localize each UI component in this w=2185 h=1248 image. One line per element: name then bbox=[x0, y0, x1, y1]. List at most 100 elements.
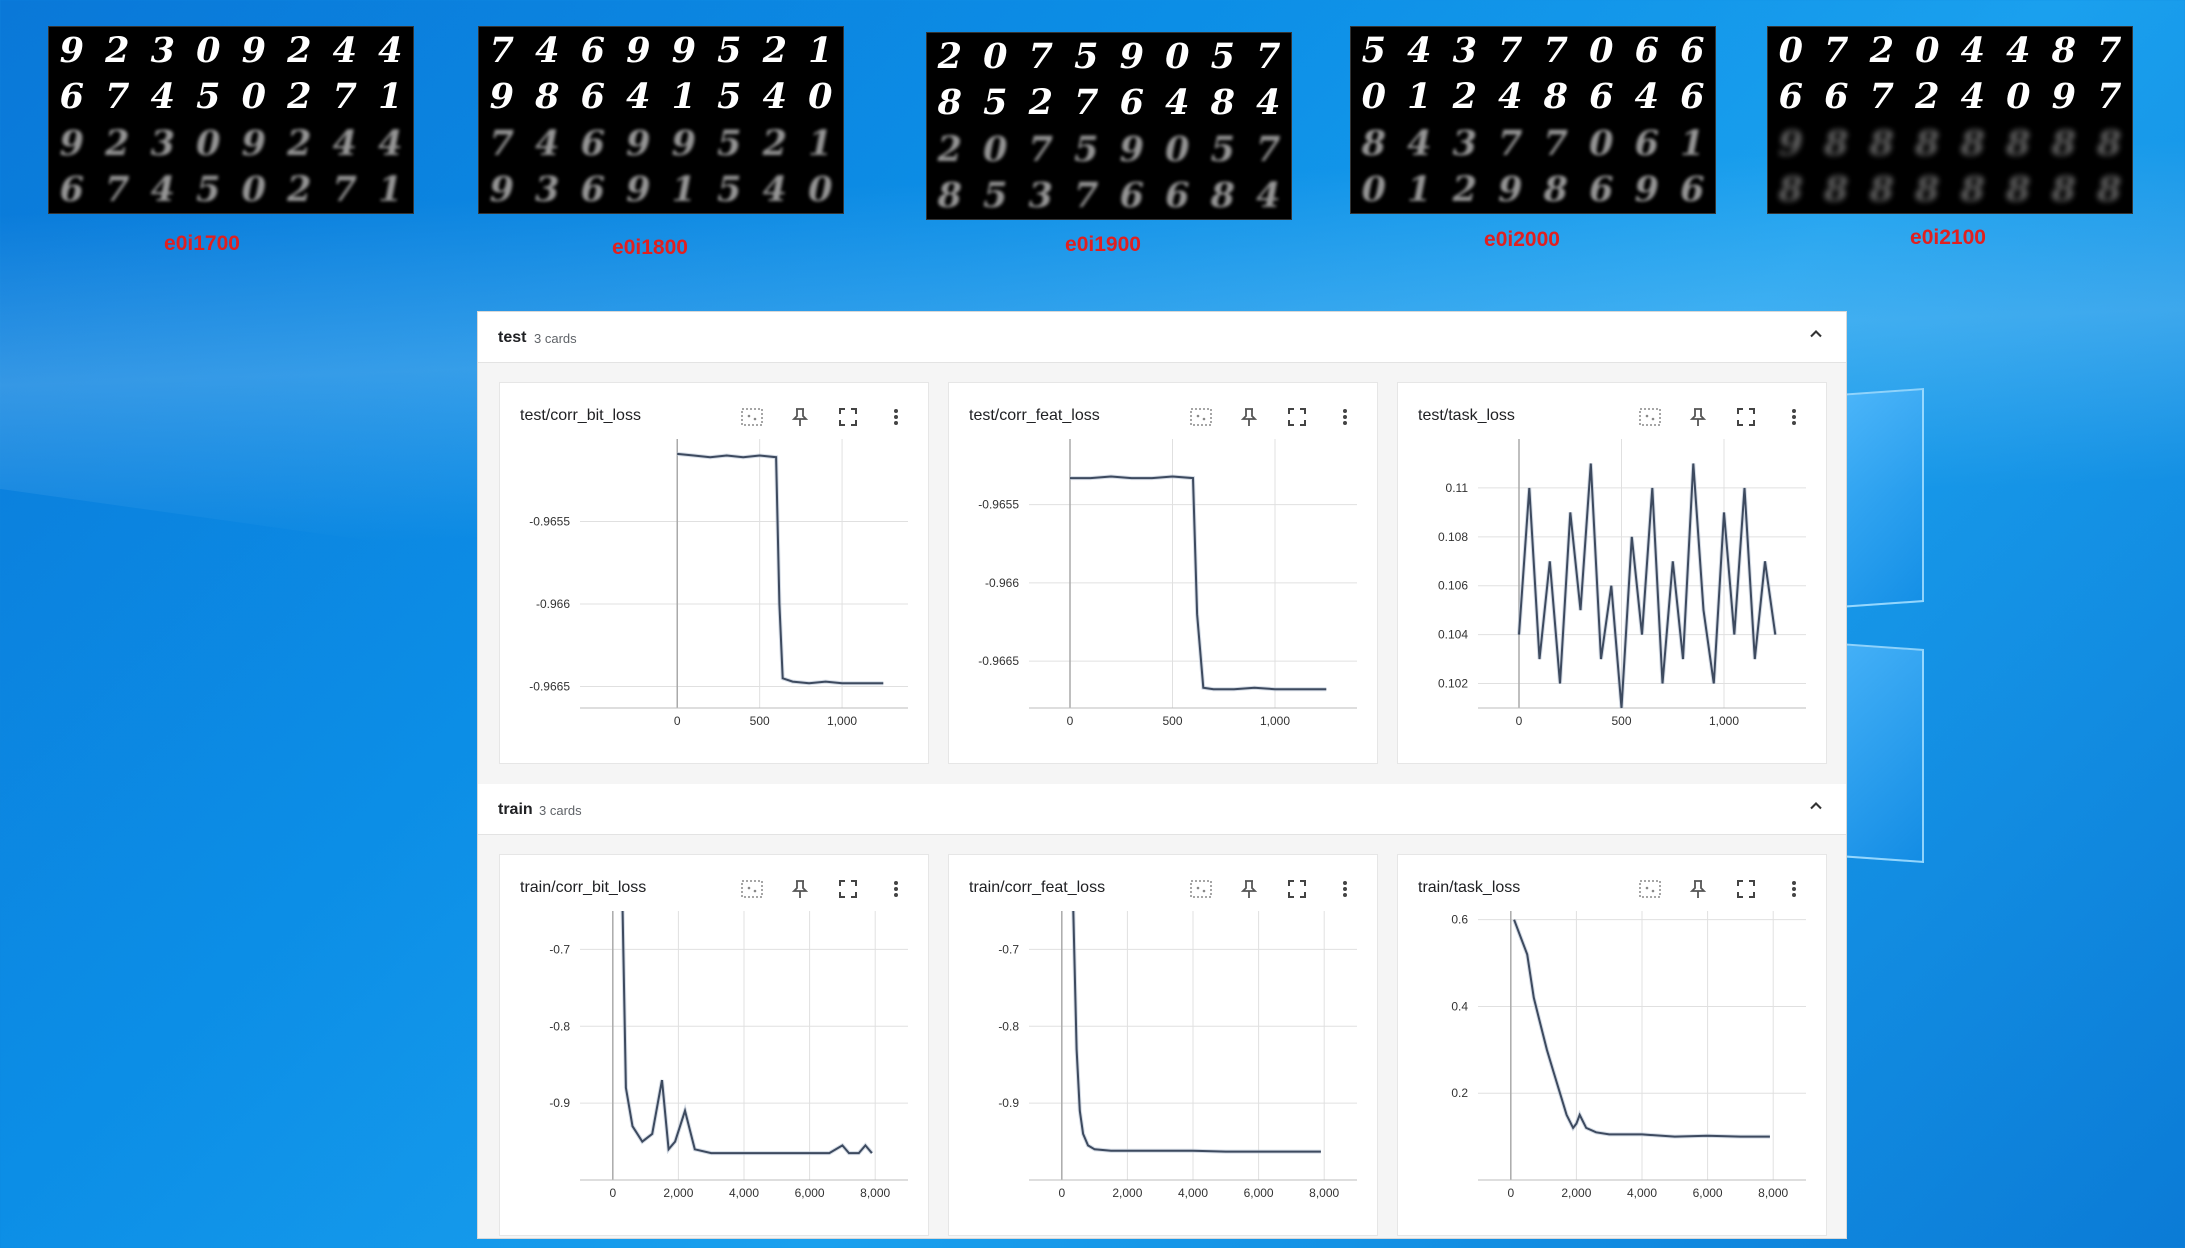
digit-sample: 1 bbox=[378, 76, 403, 118]
digit-sample: 5 bbox=[983, 82, 1008, 124]
pin-icon[interactable] bbox=[1235, 405, 1263, 429]
digit-sample: 3 bbox=[1028, 175, 1053, 217]
chart-svg[interactable]: -0.9655 -0.966 -0.9665 0 500 1,000 bbox=[500, 433, 928, 763]
digit-sample: 7 bbox=[332, 76, 357, 118]
select-data-icon[interactable] bbox=[738, 405, 766, 429]
fullscreen-icon[interactable] bbox=[834, 877, 862, 901]
fullscreen-icon[interactable] bbox=[834, 405, 862, 429]
digit-sample: 0 bbox=[1589, 29, 1614, 71]
digit-sample: 7 bbox=[332, 169, 357, 211]
digit-sample: 3 bbox=[150, 122, 175, 164]
chart-svg[interactable]: 0.2 0.4 0.6 0 2,000 4,000 6,000 8,000 bbox=[1398, 905, 1826, 1235]
y-tick-label: 0.102 bbox=[1438, 677, 1468, 691]
more-vert-icon[interactable] bbox=[882, 877, 910, 901]
select-data-icon[interactable] bbox=[1187, 405, 1215, 429]
chart-svg[interactable]: -0.7 -0.8 -0.9 0 2,000 4,000 6,000 8,000 bbox=[500, 905, 928, 1235]
x-tick-label: 0 bbox=[1067, 714, 1074, 728]
select-data-icon[interactable] bbox=[1636, 405, 1664, 429]
digit-sample: 0 bbox=[808, 169, 833, 211]
digit-sample: 6 bbox=[1119, 82, 1144, 124]
pin-icon[interactable] bbox=[1235, 877, 1263, 901]
sample-grid-image: 54377066012486468437706101298696 bbox=[1350, 26, 1716, 214]
digit-sample: 9 bbox=[2051, 76, 2076, 118]
digit-sample: 9 bbox=[626, 29, 651, 71]
digit-sample: 4 bbox=[535, 122, 560, 164]
fullscreen-icon[interactable] bbox=[1732, 405, 1760, 429]
x-tick-label: 0 bbox=[1516, 714, 1523, 728]
digit-sample: 4 bbox=[150, 169, 175, 211]
x-tick-label: 500 bbox=[1162, 714, 1182, 728]
section-header-train[interactable]: train 3 cards bbox=[478, 784, 1846, 835]
fullscreen-icon[interactable] bbox=[1283, 405, 1311, 429]
digit-sample: 5 bbox=[1361, 29, 1386, 71]
digit-sample: 0 bbox=[983, 128, 1008, 170]
more-vert-icon[interactable] bbox=[1331, 877, 1359, 901]
digit-sample: 0 bbox=[196, 122, 221, 164]
digit-sample: 9 bbox=[626, 122, 651, 164]
digit-sample: 8 bbox=[2051, 29, 2076, 71]
digit-sample: 2 bbox=[105, 122, 130, 164]
y-tick-label: 0.106 bbox=[1438, 579, 1468, 593]
pin-icon[interactable] bbox=[1684, 405, 1712, 429]
digit-sample: 9 bbox=[626, 169, 651, 211]
y-tick-label: -0.966 bbox=[985, 576, 1019, 590]
thumbnail-label: e0i1900 bbox=[1065, 233, 1141, 256]
y-tick-label: 0.11 bbox=[1446, 481, 1469, 495]
digit-sample: 8 bbox=[1915, 169, 1940, 211]
sample-grid-image: 92309244674502719230924467450271 bbox=[48, 26, 414, 214]
digit-sample: 1 bbox=[1407, 169, 1432, 211]
chart-svg[interactable]: 0.102 0.104 0.106 0.108 0.11 0 500 1,000 bbox=[1398, 433, 1826, 763]
digit-sample: 3 bbox=[1452, 122, 1477, 164]
fullscreen-icon[interactable] bbox=[1732, 877, 1760, 901]
chevron-up-icon[interactable] bbox=[1806, 324, 1826, 350]
card-toolbar bbox=[1187, 405, 1359, 429]
pin-icon[interactable] bbox=[786, 877, 814, 901]
section-title: train bbox=[498, 801, 533, 818]
digit-sample: 2 bbox=[287, 169, 312, 211]
section-header-test[interactable]: test 3 cards bbox=[478, 312, 1846, 363]
chevron-up-icon[interactable] bbox=[1806, 796, 1826, 822]
digit-sample: 6 bbox=[580, 169, 605, 211]
digit-sample: 4 bbox=[1960, 76, 1985, 118]
y-tick-label: 0.2 bbox=[1451, 1086, 1468, 1100]
x-tick-label: 8,000 bbox=[1309, 1186, 1339, 1200]
digit-sample: 4 bbox=[2006, 29, 2031, 71]
select-data-icon[interactable] bbox=[738, 877, 766, 901]
digit-sample: 2 bbox=[1452, 76, 1477, 118]
digit-sample: 4 bbox=[1256, 175, 1281, 217]
chart-svg[interactable]: -0.9655 -0.966 -0.9665 0 500 1,000 bbox=[949, 433, 1377, 763]
digit-sample: 4 bbox=[378, 122, 403, 164]
digit-sample: 8 bbox=[2051, 169, 2076, 211]
digit-sample: 9 bbox=[1498, 169, 1523, 211]
x-tick-label: 0 bbox=[609, 1186, 616, 1200]
y-tick-label: -0.8 bbox=[549, 1019, 570, 1033]
x-tick-label: 2,000 bbox=[663, 1186, 693, 1200]
digit-sample: 9 bbox=[1119, 128, 1144, 170]
digit-sample: 4 bbox=[1634, 76, 1659, 118]
pin-icon[interactable] bbox=[786, 405, 814, 429]
digit-sample: 7 bbox=[1543, 122, 1568, 164]
digit-sample: 8 bbox=[1960, 169, 1985, 211]
select-data-icon[interactable] bbox=[1636, 877, 1664, 901]
y-tick-label: -0.9665 bbox=[529, 680, 570, 694]
digit-sample: 8 bbox=[2097, 122, 2122, 164]
x-tick-label: 6,000 bbox=[1244, 1186, 1274, 1200]
digit-sample: 6 bbox=[580, 122, 605, 164]
more-vert-icon[interactable] bbox=[1780, 405, 1808, 429]
digit-sample: 9 bbox=[671, 122, 696, 164]
select-data-icon[interactable] bbox=[1187, 877, 1215, 901]
chart-svg[interactable]: -0.7 -0.8 -0.9 0 2,000 4,000 6,000 8,000 bbox=[949, 905, 1377, 1235]
pin-icon[interactable] bbox=[1684, 877, 1712, 901]
digit-sample: 8 bbox=[1824, 122, 1849, 164]
more-vert-icon[interactable] bbox=[1331, 405, 1359, 429]
more-vert-icon[interactable] bbox=[882, 405, 910, 429]
digit-sample: 9 bbox=[59, 122, 84, 164]
digit-sample: 8 bbox=[1543, 76, 1568, 118]
x-tick-label: 0 bbox=[1507, 1186, 1514, 1200]
digit-sample: 4 bbox=[332, 29, 357, 71]
digit-sample: 7 bbox=[105, 76, 130, 118]
more-vert-icon[interactable] bbox=[1780, 877, 1808, 901]
fullscreen-icon[interactable] bbox=[1283, 877, 1311, 901]
digit-sample: 1 bbox=[808, 122, 833, 164]
card-title: test/task_loss bbox=[1418, 407, 1515, 424]
